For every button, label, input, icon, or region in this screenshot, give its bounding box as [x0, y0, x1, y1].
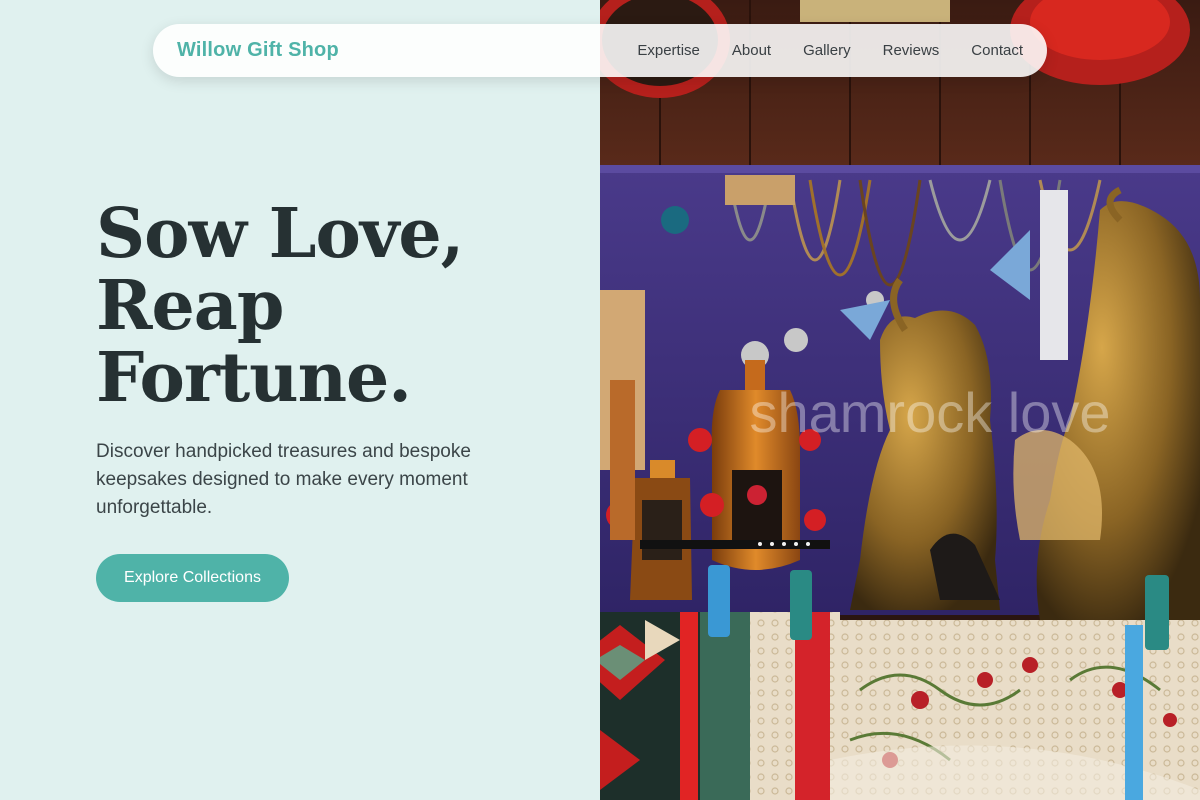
nav-link-about[interactable]: About: [732, 42, 771, 59]
headline-line-2: Reap: [96, 266, 284, 346]
nav-link-gallery[interactable]: Gallery: [803, 42, 851, 59]
hero-left-panel: Sow Love, Reap Fortune. Discover handpic…: [0, 0, 600, 800]
headline-line-1: Sow Love,: [96, 194, 464, 274]
nav-link-reviews[interactable]: Reviews: [883, 42, 940, 59]
hero-image-panel: shamrock love: [600, 0, 1200, 800]
nav-links: Expertise About Gallery Reviews Contact: [637, 42, 1023, 59]
gift-shop-market-photo: shamrock love: [600, 0, 1200, 800]
explore-collections-button[interactable]: Explore Collections: [96, 554, 289, 602]
top-navigation: Willow Gift Shop Expertise About Gallery…: [153, 24, 1047, 77]
nav-link-contact[interactable]: Contact: [971, 42, 1023, 59]
brand-logo-link[interactable]: Willow Gift Shop: [177, 39, 339, 62]
hero-description: Discover handpicked treasures and bespok…: [96, 441, 471, 518]
headline-line-3: Fortune.: [96, 338, 412, 418]
nav-link-expertise[interactable]: Expertise: [637, 42, 700, 59]
hero-headline: Sow Love, Reap Fortune.: [96, 194, 464, 418]
photo-watermark: shamrock love: [749, 381, 1110, 444]
